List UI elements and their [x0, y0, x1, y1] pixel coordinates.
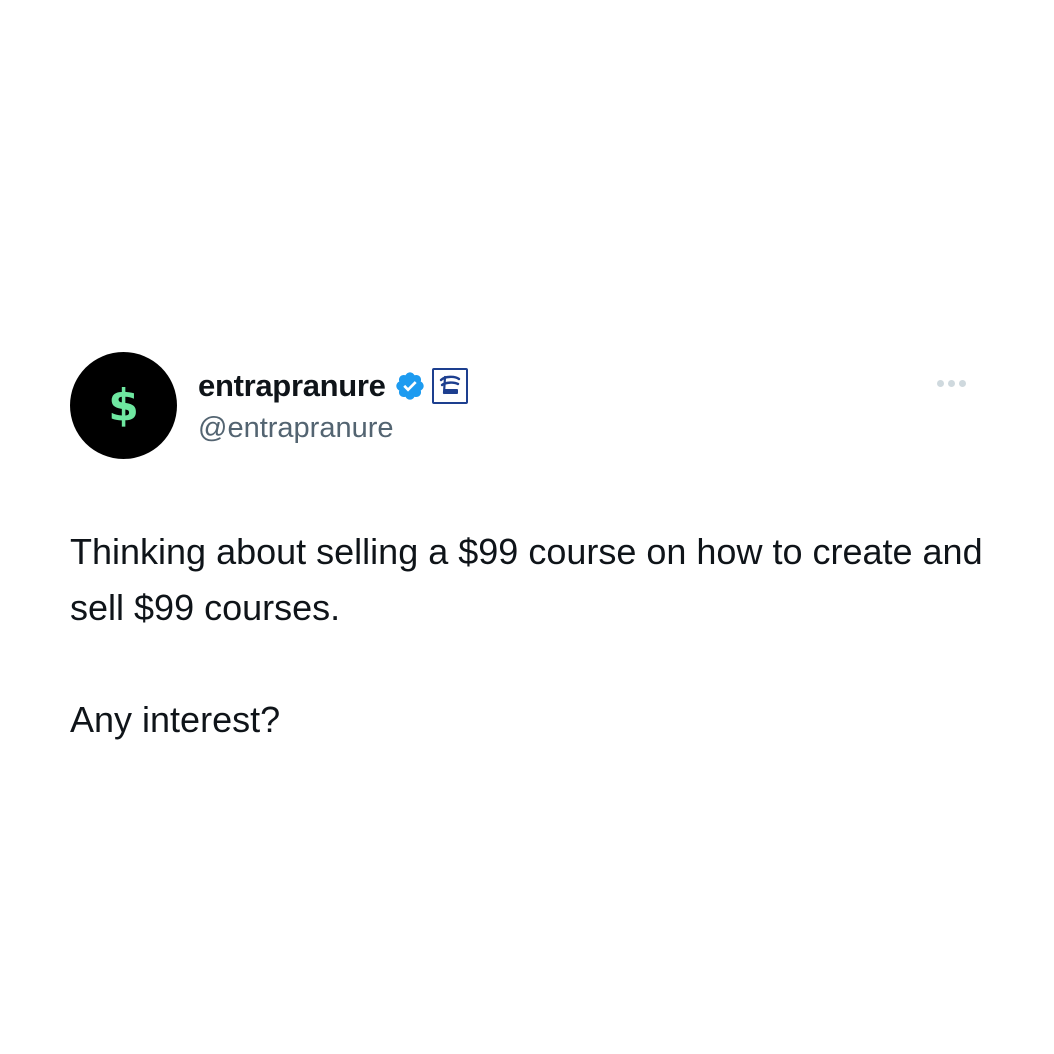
avatar[interactable]: $ [70, 352, 177, 459]
tweet-header: $ entrapranure @entrapranure [70, 352, 984, 460]
author-info: entrapranure @entrapranure [198, 366, 468, 445]
display-name-row: entrapranure [198, 366, 468, 406]
more-options-icon[interactable] [933, 376, 970, 391]
more-dot [948, 380, 955, 387]
tweet-card: $ entrapranure @entrapranure Thinking ab… [70, 352, 984, 748]
tweet-paragraph: Thinking about selling a $99 course on h… [70, 531, 993, 628]
affiliate-badge-icon[interactable] [431, 368, 468, 404]
verified-badge-icon[interactable] [394, 370, 426, 402]
more-dot [959, 380, 966, 387]
user-handle[interactable]: @entrapranure [198, 412, 468, 445]
display-name[interactable]: entrapranure [198, 368, 386, 404]
tweet-paragraph: Any interest? [70, 699, 281, 740]
more-dot [937, 380, 944, 387]
friday-beers-logo-icon [439, 375, 460, 395]
tweet-text: Thinking about selling a $99 course on h… [70, 524, 984, 748]
verified-badge-icon-svg [395, 372, 424, 400]
dollar-sign-icon: $ [108, 379, 139, 431]
